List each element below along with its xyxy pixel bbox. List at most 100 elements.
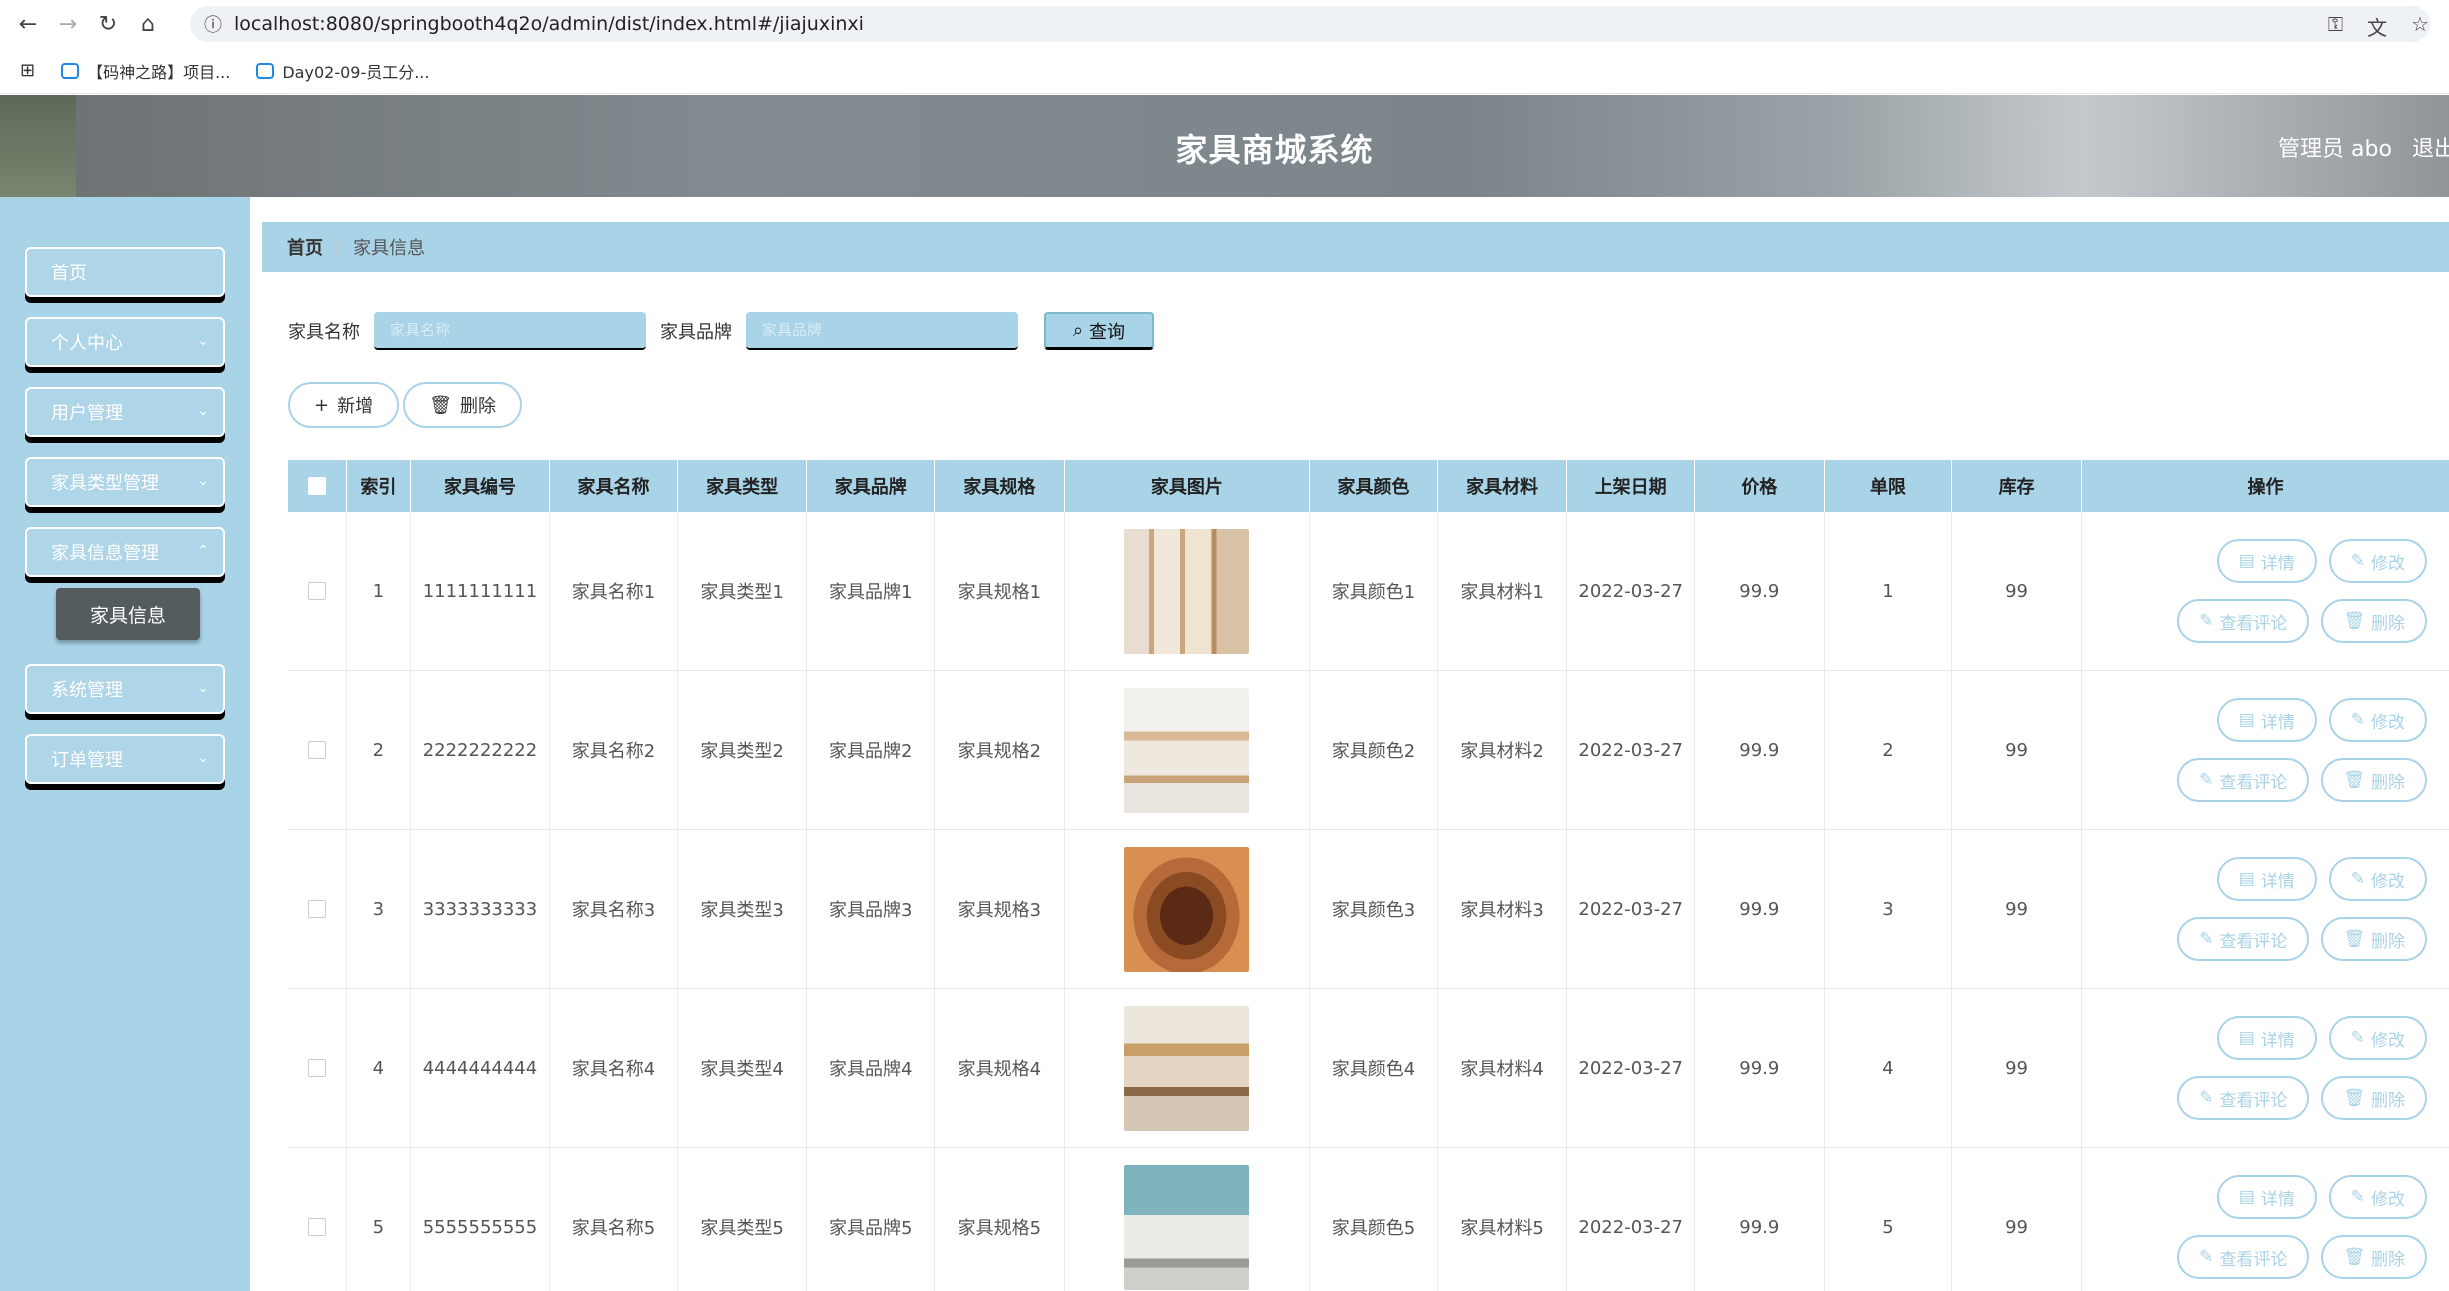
document-icon: ▤ <box>2238 1028 2255 1048</box>
site-info-icon[interactable]: ⓘ <box>204 11 222 37</box>
chevron-down-icon: ⌄ <box>197 750 209 766</box>
row-checkbox[interactable] <box>307 582 326 600</box>
breadcrumb-home[interactable]: 首页 <box>287 234 323 260</box>
furniture-image-bookshelf[interactable] <box>1124 528 1250 654</box>
delete-button[interactable]: 🗑 删除 <box>2321 599 2428 643</box>
cell-material: 家具材料2 <box>1438 671 1568 829</box>
cell-price: 99.9 <box>1695 989 1825 1147</box>
detail-button[interactable]: ▤ 详情 <box>2216 857 2317 901</box>
cell-operations: ▤ 详情 ✎ 修改 ✎ 查看评论 🗑 删除 <box>2082 1148 2449 1291</box>
cell-index: 3 <box>347 830 411 988</box>
translate-icon[interactable]: 文 <box>2367 12 2387 41</box>
edit-button[interactable]: ✎ 修改 <box>2328 1016 2428 1060</box>
brand-search-input[interactable] <box>746 312 1018 350</box>
edit-button[interactable]: ✎ 修改 <box>2328 698 2428 742</box>
view-reviews-button[interactable]: ✎ 查看评论 <box>2177 1076 2310 1120</box>
edit-button[interactable]: ✎ 修改 <box>2328 539 2428 583</box>
trash-icon: 🗑 <box>429 394 452 416</box>
logout-button[interactable]: 退出 <box>2412 131 2449 163</box>
cell-type: 家具类型3 <box>678 830 808 988</box>
home-icon[interactable]: ⌂ <box>128 4 168 44</box>
row-checkbox[interactable] <box>307 900 326 918</box>
review-label: 查看评论 <box>2219 772 2288 793</box>
edit-button[interactable]: ✎ 修改 <box>2328 1175 2428 1219</box>
cell-brand: 家具品牌2 <box>807 671 936 829</box>
search-icon: ⌕ <box>1072 320 1084 341</box>
table-row: 3 3333333333 家具名称3 家具类型3 家具品牌3 家具规格3 家具颜… <box>288 830 2449 989</box>
sidebar-subitem-furniture-info[interactable]: 家具信息 <box>56 588 200 640</box>
cell-code: 5555555555 <box>411 1148 551 1291</box>
sidebar-item-label: 订单管理 <box>51 750 123 771</box>
column-header: 索引 <box>347 460 411 512</box>
sidebar-item-furniture-types[interactable]: 家具类型管理 ⌄ <box>25 457 225 507</box>
forward-icon[interactable]: → <box>48 4 88 44</box>
bookmark-item[interactable]: 【码神之路】项目... <box>61 59 230 83</box>
app-header: 家具商城系统 管理员 abo 退出 <box>0 95 2449 197</box>
cell-date: 2022-03-27 <box>1567 671 1696 829</box>
select-all-checkbox[interactable] <box>307 477 326 495</box>
delete-button[interactable]: 🗑 删除 <box>2321 1235 2428 1279</box>
key-icon[interactable]: ⚿ <box>2328 12 2343 41</box>
document-icon: ▤ <box>2238 869 2255 889</box>
batch-delete-button[interactable]: 🗑 删除 <box>403 382 522 428</box>
apps-icon[interactable]: ⊞ <box>20 60 35 81</box>
back-icon[interactable]: ← <box>8 4 48 44</box>
delete-label: 删除 <box>2371 1249 2406 1270</box>
cell-brand: 家具品牌1 <box>807 512 936 670</box>
view-reviews-button[interactable]: ✎ 查看评论 <box>2177 1235 2310 1279</box>
sidebar-item-orders[interactable]: 订单管理 ⌄ <box>25 734 225 784</box>
cell-date: 2022-03-27 <box>1567 512 1696 670</box>
furniture-image-desk[interactable] <box>1124 687 1250 813</box>
sidebar-item-furniture-info[interactable]: 家具信息管理 ⌃ <box>25 527 225 577</box>
column-header: 家具规格 <box>935 460 1065 512</box>
sidebar-item-system[interactable]: 系统管理 ⌄ <box>25 664 225 714</box>
detail-button[interactable]: ▤ 详情 <box>2216 1016 2317 1060</box>
trash-icon: 🗑 <box>2343 1247 2366 1267</box>
sidebar-item-label: 系统管理 <box>51 680 123 701</box>
query-button[interactable]: ⌕ 查询 <box>1044 312 1154 350</box>
row-checkbox[interactable] <box>307 1218 326 1236</box>
table-row: 5 5555555555 家具名称5 家具类型5 家具品牌5 家具规格5 家具颜… <box>288 1148 2449 1291</box>
view-reviews-button[interactable]: ✎ 查看评论 <box>2177 599 2310 643</box>
row-checkbox[interactable] <box>307 741 326 759</box>
star-icon[interactable]: ☆ <box>2411 12 2429 41</box>
bookmark-label: 【码神之路】项目... <box>87 62 231 82</box>
sidebar-item-users[interactable]: 用户管理 ⌄ <box>25 387 225 437</box>
delete-label: 删除 <box>2371 931 2406 952</box>
view-reviews-button[interactable]: ✎ 查看评论 <box>2177 758 2310 802</box>
reload-icon[interactable]: ↻ <box>88 4 128 44</box>
cell-limit: 2 <box>1825 671 1953 829</box>
edit-button[interactable]: ✎ 修改 <box>2328 857 2428 901</box>
furniture-image-sofa[interactable] <box>1124 1164 1250 1290</box>
trash-icon: 🗑 <box>2343 929 2366 949</box>
column-header: 库存 <box>1952 460 2082 512</box>
sidebar-item-personal[interactable]: 个人中心 ⌄ <box>25 317 225 367</box>
address-bar[interactable]: ⓘ localhost:8080/springbooth4q2o/admin/d… <box>190 6 2430 42</box>
review-label: 查看评论 <box>2219 1249 2288 1270</box>
add-button[interactable]: + 新增 <box>288 382 400 428</box>
delete-button[interactable]: 🗑 删除 <box>2321 758 2428 802</box>
delete-button[interactable]: 🗑 删除 <box>2321 1076 2428 1120</box>
cell-color: 家具颜色1 <box>1310 512 1438 670</box>
furniture-image-dining-table[interactable] <box>1124 1005 1250 1131</box>
view-reviews-button[interactable]: ✎ 查看评论 <box>2177 917 2310 961</box>
delete-button[interactable]: 🗑 删除 <box>2321 917 2428 961</box>
furniture-image-dining-set[interactable] <box>1124 846 1250 972</box>
detail-button[interactable]: ▤ 详情 <box>2216 539 2317 583</box>
edit-icon: ✎ <box>2199 1247 2214 1267</box>
admin-name: 管理员 abo <box>2278 137 2392 162</box>
edit-label: 修改 <box>2371 1189 2406 1210</box>
bookmark-item[interactable]: Day02-09-员工分... <box>256 59 429 83</box>
row-checkbox[interactable] <box>307 1059 326 1077</box>
detail-button[interactable]: ▤ 详情 <box>2216 1175 2317 1219</box>
detail-button[interactable]: ▤ 详情 <box>2216 698 2317 742</box>
sidebar-item-home[interactable]: 首页 <box>25 247 225 297</box>
chevron-down-icon: ⌄ <box>197 680 209 696</box>
name-search-input[interactable] <box>374 312 646 350</box>
edit-label: 修改 <box>2371 553 2406 574</box>
cell-price: 99.9 <box>1695 830 1825 988</box>
cell-image <box>1065 671 1311 829</box>
review-label: 查看评论 <box>2219 1090 2288 1111</box>
detail-label: 详情 <box>2260 712 2295 733</box>
cell-color: 家具颜色2 <box>1310 671 1438 829</box>
